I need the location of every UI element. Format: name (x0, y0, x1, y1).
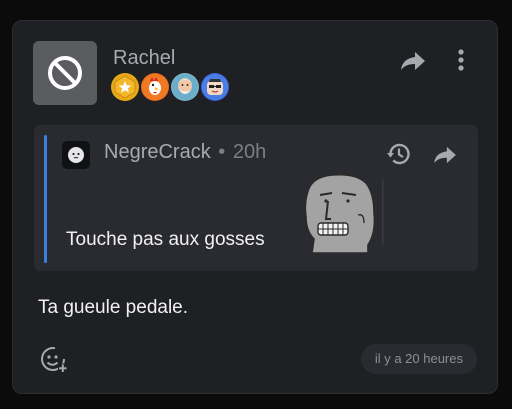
message-timestamp: il y a 20 heures (360, 344, 477, 374)
ghost-face-icon (68, 147, 84, 163)
quote-author-name[interactable]: NegreCrack (104, 141, 211, 163)
quote-separator: • (218, 141, 226, 163)
more-vertical-icon (458, 49, 464, 71)
share-button[interactable] (397, 47, 429, 75)
npc-badge[interactable] (201, 73, 229, 101)
quote-text: Touche pas aux gosses (66, 229, 265, 250)
author-name[interactable]: Rachel (113, 47, 175, 70)
npc-sticker[interactable] (298, 173, 386, 253)
history-button[interactable] (384, 139, 414, 169)
badge-list (111, 73, 229, 101)
share-icon (401, 52, 425, 70)
author-avatar[interactable] (33, 41, 97, 105)
quote-share-button[interactable] (430, 141, 460, 169)
message-card: Rachel NegreCrack • 20h Touche pas aux g… (12, 20, 498, 394)
add-reaction-button[interactable] (39, 345, 69, 375)
history-icon (387, 143, 410, 165)
quote-accent-bar (44, 135, 47, 263)
ban-icon (48, 56, 82, 90)
message-text: Ta gueule pedale. (38, 297, 189, 318)
share-icon (434, 146, 456, 164)
old-man-badge[interactable] (171, 73, 199, 101)
quote-author-avatar[interactable] (62, 141, 90, 169)
quote-header: NegreCrack • 20h (104, 141, 266, 164)
rooster-badge[interactable] (141, 73, 169, 101)
add-reaction-icon (41, 347, 68, 373)
star-badge[interactable] (111, 73, 139, 101)
quoted-message[interactable]: NegreCrack • 20h Touche pas aux gosses (34, 125, 478, 271)
more-options-button[interactable] (449, 45, 473, 75)
quote-time: 20h (232, 141, 267, 163)
